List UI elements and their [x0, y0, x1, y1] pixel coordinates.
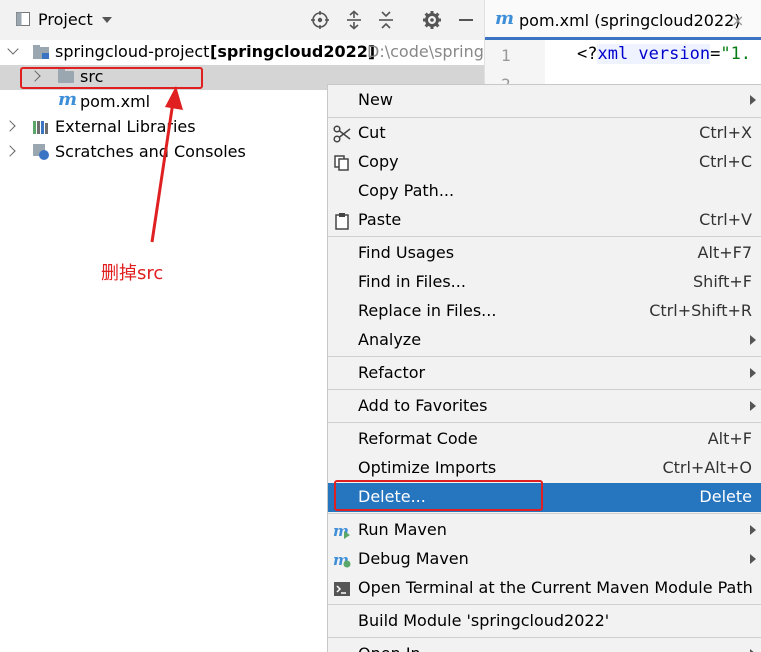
chevron-right-icon[interactable] [4, 145, 16, 157]
menu-item-label: Find in Files... [358, 272, 466, 291]
menu-separator [328, 604, 761, 605]
project-panel-header: Project [0, 0, 484, 40]
menu-item-find-usages[interactable]: Find Usages Alt+F7 [328, 239, 761, 268]
project-panel-title[interactable]: Project [38, 10, 93, 29]
minimize-icon[interactable] [456, 10, 476, 30]
maven-file-icon: m [58, 89, 78, 110]
menu-item-optimize-imports[interactable]: Optimize Imports Ctrl+Alt+O [328, 454, 761, 483]
annotation-text: 删掉src [101, 263, 164, 284]
code-line[interactable]: <?xml version="1. [577, 44, 751, 64]
menu-item-copy-path[interactable]: Copy Path... [328, 177, 761, 206]
menu-item-shortcut: Delete [699, 487, 752, 506]
close-icon[interactable]: × [731, 11, 744, 30]
menu-item-debug-maven[interactable]: m Debug Maven [328, 545, 761, 574]
locate-file-icon[interactable] [310, 10, 330, 30]
menu-item-replace-in-files[interactable]: Replace in Files... Ctrl+Shift+R [328, 297, 761, 326]
menu-item-label: New [358, 90, 393, 109]
maven-debug-icon: m [333, 551, 351, 569]
menu-item-reformat-code[interactable]: Reformat Code Alt+F [328, 425, 761, 454]
menu-separator [328, 356, 761, 357]
menu-item-label: Copy [358, 152, 399, 171]
menu-item-new[interactable]: New [328, 86, 761, 115]
tree-row-root[interactable]: springcloud-project [springcloud2022] D:… [0, 40, 493, 65]
maven-file-icon: m [495, 8, 515, 29]
code-token-value: "1. [720, 44, 752, 64]
submenu-arrow-icon [750, 525, 756, 535]
scissors-icon [333, 125, 351, 143]
annotation-arrow-icon [150, 86, 183, 243]
menu-item-shortcut: Alt+F7 [697, 243, 752, 262]
context-menu: New Cut Ctrl+X Copy Ctrl+C Copy Path... … [327, 84, 761, 652]
menu-item-build-module[interactable]: Build Module 'springcloud2022' [328, 607, 761, 636]
copy-icon [334, 155, 349, 171]
menu-item-label: Refactor [358, 363, 426, 382]
menu-item-analyze[interactable]: Analyze [328, 326, 761, 355]
submenu-arrow-icon [750, 95, 756, 105]
menu-item-open-in[interactable]: Open In [328, 640, 761, 652]
menu-item-open-terminal[interactable]: Open Terminal at the Current Maven Modul… [328, 574, 761, 603]
menu-item-label: Debug Maven [358, 549, 469, 568]
menu-item-cut[interactable]: Cut Ctrl+X [328, 119, 761, 148]
submenu-arrow-icon [750, 368, 756, 378]
submenu-arrow-icon [750, 335, 756, 345]
code-token-attr: xml version [597, 44, 711, 64]
maven-run-icon: m [333, 522, 350, 540]
chevron-down-icon[interactable] [7, 43, 19, 55]
menu-item-label: Analyze [358, 330, 422, 349]
menu-item-shortcut: Ctrl+Alt+O [662, 458, 752, 477]
editor-tab-label: pom.xml (springcloud2022) [519, 11, 741, 30]
menu-item-label: Build Module 'springcloud2022' [358, 611, 610, 630]
menu-item-label: Reformat Code [358, 429, 478, 448]
menu-separator [328, 236, 761, 237]
menu-item-label: Find Usages [358, 243, 455, 262]
menu-separator [328, 117, 761, 118]
menu-item-shortcut: Ctrl+Shift+R [649, 301, 752, 320]
scratches-icon [33, 144, 49, 160]
project-window-icon [16, 12, 30, 26]
root-project-name: springcloud-project [55, 42, 210, 61]
menu-item-label: Open In [358, 644, 421, 652]
menu-item-shortcut: Ctrl+X [699, 123, 752, 142]
editor-tab-pom[interactable]: m pom.xml (springcloud2022) × [485, 0, 761, 40]
menu-item-label: Copy Path... [358, 181, 455, 200]
chevron-right-icon[interactable] [4, 120, 16, 132]
root-project-path: D:\code\springc [367, 42, 493, 61]
annotation-box-delete [334, 480, 543, 511]
code-token-open: <? [577, 44, 598, 64]
menu-separator [328, 422, 761, 423]
terminal-icon [334, 582, 350, 596]
menu-item-label: Add to Favorites [358, 396, 488, 415]
menu-item-find-in-files[interactable]: Find in Files... Shift+F [328, 268, 761, 297]
clipboard-icon [335, 213, 349, 230]
library-icon [33, 121, 48, 134]
menu-item-add-to-favorites[interactable]: Add to Favorites [328, 392, 761, 421]
menu-item-paste[interactable]: Paste Ctrl+V [328, 206, 761, 235]
menu-separator [328, 389, 761, 390]
menu-item-copy[interactable]: Copy Ctrl+C [328, 148, 761, 177]
menu-item-label: Run Maven [358, 520, 447, 539]
collapse-all-icon[interactable] [376, 10, 396, 30]
menu-item-refactor[interactable]: Refactor [328, 359, 761, 388]
menu-separator [328, 637, 761, 638]
menu-item-shortcut: Ctrl+V [699, 210, 752, 229]
root-module-name: [springcloud2022] [210, 42, 376, 61]
menu-item-label: Replace in Files... [358, 301, 497, 320]
line-number: 1 [501, 46, 511, 65]
expand-all-icon[interactable] [344, 10, 364, 30]
menu-item-run-maven[interactable]: m Run Maven [328, 516, 761, 545]
menu-item-label: Optimize Imports [358, 458, 497, 477]
gear-icon[interactable] [422, 10, 442, 30]
menu-item-shortcut: Ctrl+C [698, 152, 752, 171]
chevron-down-icon[interactable] [102, 17, 112, 23]
menu-item-label: Open Terminal at the Current Maven Modul… [358, 578, 753, 597]
menu-item-label: Paste [358, 210, 402, 229]
menu-separator [328, 513, 761, 514]
submenu-arrow-icon [750, 554, 756, 564]
menu-item-shortcut: Alt+F [707, 429, 752, 448]
code-token-eq: = [710, 44, 721, 64]
submenu-arrow-icon [750, 401, 756, 411]
menu-item-shortcut: Shift+F [693, 272, 752, 291]
menu-item-label: Cut [358, 123, 386, 142]
module-folder-icon [33, 45, 49, 59]
